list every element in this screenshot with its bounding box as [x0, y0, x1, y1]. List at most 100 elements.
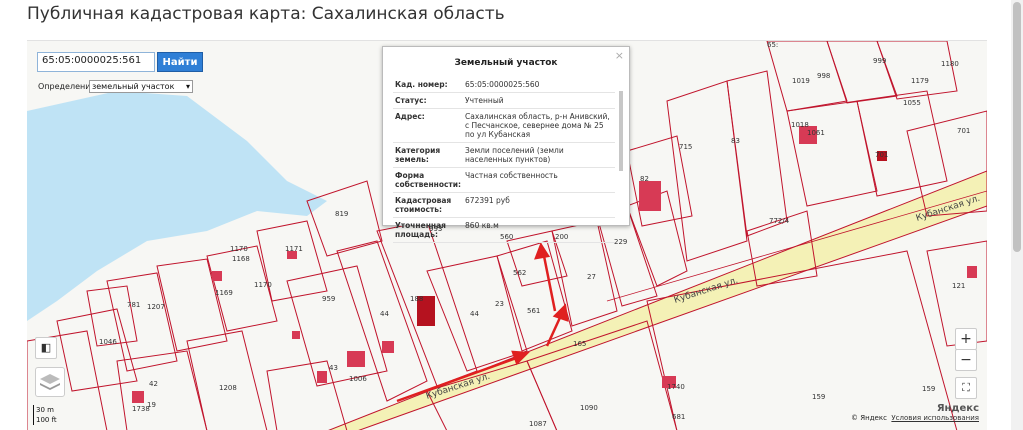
svg-text:188: 188 [410, 295, 423, 303]
popup-row: Статус: Учтенный [393, 92, 615, 109]
svg-text:43: 43 [329, 364, 338, 372]
search-input[interactable]: 65:05:0000025:561 [37, 52, 155, 72]
definition-select[interactable]: земельный участок ▾ [89, 80, 193, 93]
parcel-info-table: Кад. номер: 65:05:0000025:560 Статус: Учтен… [393, 77, 615, 243]
layers-icon [40, 374, 60, 390]
svg-text:959: 959 [322, 295, 335, 303]
svg-text:781: 781 [127, 301, 140, 309]
svg-text:1090: 1090 [580, 404, 598, 412]
svg-text:1170: 1170 [230, 245, 248, 253]
svg-text:715: 715 [679, 143, 692, 151]
popup-row: Кадастровая стоимость: 672391 руб [393, 192, 615, 218]
zoom-out-button[interactable]: − [955, 349, 977, 371]
svg-text:44: 44 [470, 310, 479, 318]
popup-row-key: Статус: [393, 92, 464, 109]
svg-text:1019: 1019 [792, 77, 810, 85]
scale-imperial: 100 ft [36, 416, 57, 424]
svg-text:159: 159 [812, 393, 825, 401]
cadastral-map[interactable]: Кубанская ул. Кубанская ул. Кубанская ул… [27, 40, 987, 430]
popup-row-value: Учтенный [463, 92, 615, 109]
building [639, 181, 661, 211]
svg-text:1018: 1018 [791, 121, 809, 129]
svg-text:121: 121 [952, 282, 965, 290]
svg-text:1046: 1046 [99, 338, 117, 346]
building [382, 341, 394, 353]
building [292, 331, 300, 339]
popup-row-value: Сахалинская область, р-н Анивский, с Пес… [463, 108, 615, 143]
svg-text:998: 998 [817, 72, 830, 80]
terms-link[interactable]: Условия использования [891, 414, 979, 422]
svg-text:1169: 1169 [215, 289, 233, 297]
close-icon[interactable]: × [615, 49, 624, 62]
popup-row-value: 65:05:0000025:560 [463, 77, 615, 93]
svg-text:27: 27 [587, 273, 596, 281]
popup-row: Форма собственности: Частная собственност… [393, 167, 615, 193]
svg-text:1006: 1006 [349, 375, 367, 383]
popup-row: Уточненная площадь: 860 кв.м [393, 217, 615, 243]
building [132, 391, 144, 403]
popup-row-key: Категория земель: [393, 142, 464, 168]
svg-text:681: 681 [672, 413, 685, 421]
building [317, 371, 327, 383]
svg-text:83: 83 [731, 137, 740, 145]
definition-selected: земельный участок [92, 82, 175, 91]
svg-text:1179: 1179 [911, 77, 929, 85]
svg-text:772/4: 772/4 [769, 217, 790, 225]
svg-text:159: 159 [922, 385, 935, 393]
yandex-logo: Яндекс [936, 403, 979, 414]
svg-text:82: 82 [640, 175, 649, 183]
svg-text:1061: 1061 [807, 129, 825, 137]
svg-text:65:: 65: [767, 41, 778, 49]
svg-text:1208: 1208 [219, 384, 237, 392]
popup-row: Кад. номер: 65:05:0000025:560 [393, 77, 615, 93]
svg-text:701: 701 [875, 151, 888, 159]
svg-text:165: 165 [573, 340, 586, 348]
svg-text:1740: 1740 [667, 383, 685, 391]
popup-row-key: Адрес: [393, 108, 464, 143]
popup-row-key: Кад. номер: [393, 77, 464, 93]
building [967, 266, 977, 278]
svg-text:562: 562 [513, 269, 526, 277]
map-scale: 30 m 100 ft [33, 405, 57, 425]
svg-text:229: 229 [614, 238, 627, 246]
svg-text:1087: 1087 [529, 420, 547, 428]
building [212, 271, 222, 281]
svg-text:42: 42 [149, 380, 158, 388]
svg-text:19: 19 [147, 401, 156, 409]
svg-text:999: 999 [873, 57, 886, 65]
parcel-info-popup: × Земельный участок Кад. номер: 65:05:000… [382, 46, 630, 243]
scale-metric: 30 m [36, 406, 54, 414]
svg-text:1168: 1168 [232, 255, 250, 263]
svg-text:1170: 1170 [254, 281, 272, 289]
popup-row-value: Частная собственность [463, 167, 615, 193]
page-title: Публичная кадастровая карта: Сахалинская… [27, 4, 505, 24]
layers-button[interactable] [35, 367, 65, 397]
svg-text:23: 23 [495, 300, 504, 308]
popup-row-value: Земли поселений (земли населенных пункто… [463, 142, 615, 168]
svg-text:1055: 1055 [903, 99, 921, 107]
ruler-icon[interactable]: ◧ [35, 337, 57, 359]
svg-text:1180: 1180 [941, 60, 959, 68]
chevron-down-icon: ▾ [185, 82, 190, 91]
building [347, 351, 365, 367]
popup-row-value: 860 кв.м [463, 217, 615, 243]
find-button[interactable]: Найти [157, 52, 203, 72]
popup-row-key: Форма собственности: [393, 167, 464, 193]
copyright-text: © Яндекс [851, 414, 887, 422]
map-attribution: © Яндекс Условия использования [851, 414, 979, 422]
popup-row: Адрес: Сахалинская область, р-н Анивский,… [393, 108, 615, 143]
zoom-in-button[interactable]: + [955, 328, 977, 350]
svg-text:44: 44 [380, 310, 389, 318]
popup-row-value: 672391 руб [463, 192, 615, 218]
popup-scrollbar[interactable] [619, 91, 623, 171]
svg-text:819: 819 [335, 210, 348, 218]
popup-row-key: Уточненная площадь: [393, 217, 464, 243]
page-scrollbar-thumb[interactable] [1013, 2, 1021, 252]
page-scrollbar[interactable] [1011, 0, 1023, 430]
svg-text:1207: 1207 [147, 303, 165, 311]
fullscreen-button[interactable]: ⛶ [955, 377, 977, 399]
svg-text:701: 701 [957, 127, 970, 135]
svg-text:561: 561 [527, 307, 540, 315]
popup-row: Категория земель: Земли поселений (земли … [393, 142, 615, 168]
popup-title: Земельный участок [454, 58, 558, 68]
